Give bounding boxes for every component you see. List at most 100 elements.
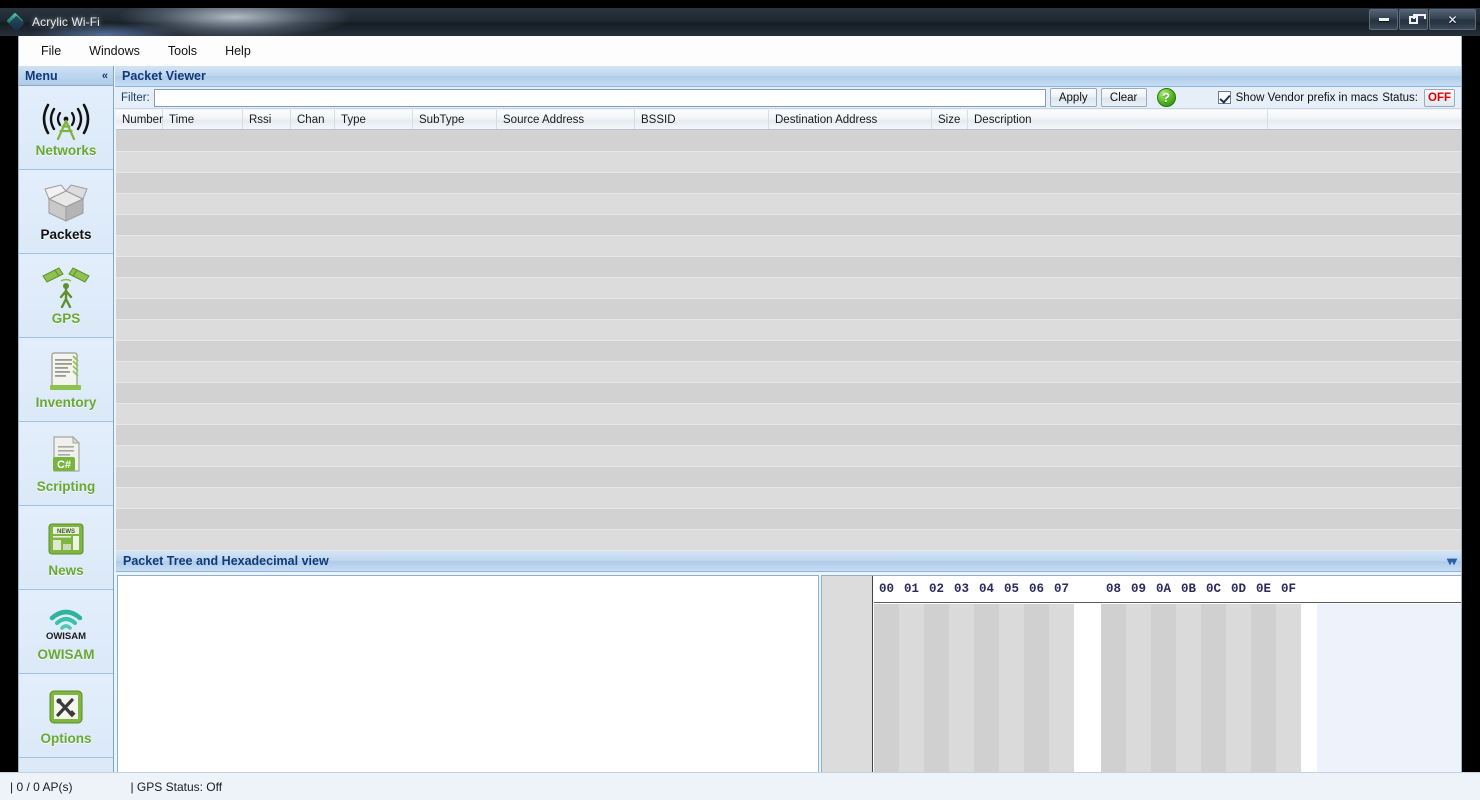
gps-person-icon bbox=[39, 265, 93, 309]
hex-column-07 bbox=[1049, 604, 1074, 777]
column-header-description[interactable]: Description bbox=[968, 110, 1268, 129]
column-header-label: Number bbox=[122, 114, 163, 126]
column-header-label: Size bbox=[938, 114, 960, 126]
acrylic-diamond-icon bbox=[8, 14, 25, 31]
open-box-icon bbox=[43, 181, 89, 225]
column-header-source-address[interactable]: Source Address bbox=[497, 110, 635, 129]
column-header-time[interactable]: Time bbox=[163, 110, 243, 129]
hex-column-0D bbox=[1226, 604, 1251, 777]
svg-text:NEWS: NEWS bbox=[57, 529, 75, 535]
hex-header-cell-06: 06 bbox=[1024, 582, 1049, 596]
sidebar-item-owisam[interactable]: OWISAM OWISAM bbox=[19, 590, 113, 674]
sidebar-item-label: Scripting bbox=[37, 479, 96, 494]
window-controls: ✕ bbox=[1368, 9, 1476, 31]
sidebar-item-packets[interactable]: Packets bbox=[19, 170, 113, 254]
column-header-label: Rssi bbox=[249, 114, 271, 126]
table-row[interactable] bbox=[116, 194, 1461, 215]
title-bar: Acrylic Wi-Fi ✕ bbox=[0, 8, 1480, 36]
table-row[interactable] bbox=[116, 446, 1461, 467]
column-header-type[interactable]: Type bbox=[335, 110, 413, 129]
hex-header-cell-08: 08 bbox=[1101, 582, 1126, 596]
packet-table: NumberTime Rssi Chan Type SubTypeSource Addr… bbox=[116, 110, 1461, 551]
column-header-subtype[interactable]: SubType bbox=[413, 110, 497, 129]
hex-column-01 bbox=[899, 604, 924, 777]
hex-header-cell-02: 02 bbox=[924, 582, 949, 596]
menu-bar: File Windows Tools Help Conexión de red … bbox=[18, 36, 1462, 66]
show-vendor-prefix-checkbox[interactable]: Show Vendor prefix in macs bbox=[1218, 91, 1379, 104]
packet-tree-view[interactable] bbox=[117, 575, 819, 778]
double-chevron-down-icon[interactable]: ▾▾ bbox=[1447, 554, 1455, 568]
close-button[interactable]: ✕ bbox=[1429, 9, 1476, 30]
table-row[interactable] bbox=[116, 341, 1461, 362]
table-row[interactable] bbox=[116, 257, 1461, 278]
hex-column-05 bbox=[999, 604, 1024, 777]
apply-button[interactable]: Apply bbox=[1050, 88, 1097, 107]
column-header-rssi[interactable]: Rssi bbox=[243, 110, 291, 129]
owisam-wifi-icon: OWISAM bbox=[39, 601, 93, 645]
menu-item-help[interactable]: Help bbox=[213, 40, 263, 62]
clear-button[interactable]: Clear bbox=[1101, 88, 1147, 107]
table-row[interactable] bbox=[116, 236, 1461, 257]
column-header-label: Type bbox=[341, 114, 366, 126]
hex-header-cell-0E: 0E bbox=[1251, 582, 1276, 596]
filter-input[interactable] bbox=[154, 89, 1046, 107]
table-row[interactable] bbox=[116, 509, 1461, 530]
menu-item-tools[interactable]: Tools bbox=[156, 40, 209, 62]
sidebar-item-networks[interactable]: Networks bbox=[19, 86, 113, 170]
column-header-destination-address[interactable]: Destination Address bbox=[769, 110, 932, 129]
hex-header-cell-07: 07 bbox=[1049, 582, 1074, 596]
sidebar-item-label: GPS bbox=[52, 311, 81, 326]
hex-column-02 bbox=[924, 604, 949, 777]
column-header-bssid[interactable]: BSSID bbox=[635, 110, 769, 129]
table-row[interactable] bbox=[116, 299, 1461, 320]
packet-detail-header: Packet Tree and Hexadecimal view ▾▾ bbox=[116, 551, 1461, 572]
table-row[interactable] bbox=[116, 488, 1461, 509]
hex-body bbox=[874, 604, 1461, 777]
table-row[interactable] bbox=[116, 425, 1461, 446]
sidebar-item-label: Networks bbox=[36, 143, 97, 158]
restore-button[interactable] bbox=[1399, 9, 1428, 30]
column-header-chan[interactable]: Chan bbox=[291, 110, 335, 129]
hex-column-06 bbox=[1024, 604, 1049, 777]
table-row[interactable] bbox=[116, 173, 1461, 194]
table-row[interactable] bbox=[116, 404, 1461, 425]
hex-header-cell-05: 05 bbox=[999, 582, 1024, 596]
hex-column-0B bbox=[1176, 604, 1201, 777]
status-bar: | 0 / 0 AP(s) | GPS Status: Off bbox=[0, 772, 1480, 800]
hex-header-cell-04: 04 bbox=[974, 582, 999, 596]
hex-column-0C bbox=[1201, 604, 1226, 777]
sidebar-item-scripting[interactable]: C# Scripting bbox=[19, 422, 113, 506]
table-row[interactable] bbox=[116, 131, 1461, 152]
table-row[interactable] bbox=[116, 362, 1461, 383]
menu-item-file[interactable]: File bbox=[29, 40, 73, 62]
table-row[interactable] bbox=[116, 152, 1461, 173]
column-header-number[interactable]: Number bbox=[116, 110, 163, 129]
filter-label: Filter: bbox=[121, 92, 150, 104]
menu-item-windows[interactable]: Windows bbox=[77, 40, 152, 62]
hex-view[interactable]: 000102030405060708090A0B0C0D0E0F bbox=[821, 575, 1461, 778]
sidebar-item-gps[interactable]: GPS bbox=[19, 254, 113, 338]
packet-detail-title: Packet Tree and Hexadecimal view bbox=[123, 554, 329, 568]
sidebar-item-news[interactable]: NEWS News bbox=[19, 506, 113, 590]
column-header-label: Chan bbox=[297, 114, 325, 126]
table-row[interactable] bbox=[116, 383, 1461, 404]
sidebar-item-label: Options bbox=[41, 731, 92, 746]
double-chevron-left-icon[interactable]: « bbox=[102, 70, 108, 82]
table-row[interactable] bbox=[116, 530, 1461, 551]
status-badge[interactable]: OFF bbox=[1424, 89, 1455, 107]
help-question-icon[interactable]: ? bbox=[1157, 88, 1176, 107]
table-row[interactable] bbox=[116, 278, 1461, 299]
table-row[interactable] bbox=[116, 215, 1461, 236]
sidebar-item-inventory[interactable]: Inventory bbox=[19, 338, 113, 422]
column-header-label: BSSID bbox=[641, 114, 676, 126]
hex-header-cell-01: 01 bbox=[899, 582, 924, 596]
sidebar-item-options[interactable]: Options bbox=[19, 674, 113, 758]
ap-count-status: | 0 / 0 AP(s) bbox=[0, 780, 72, 794]
table-row[interactable] bbox=[116, 320, 1461, 341]
table-row[interactable] bbox=[116, 467, 1461, 488]
packet-table-body[interactable] bbox=[116, 131, 1461, 551]
column-header-size[interactable]: Size bbox=[932, 110, 968, 129]
checkbox-icon[interactable] bbox=[1218, 91, 1231, 104]
window-title: Acrylic Wi-Fi bbox=[32, 15, 100, 29]
minimize-button[interactable] bbox=[1369, 9, 1398, 30]
